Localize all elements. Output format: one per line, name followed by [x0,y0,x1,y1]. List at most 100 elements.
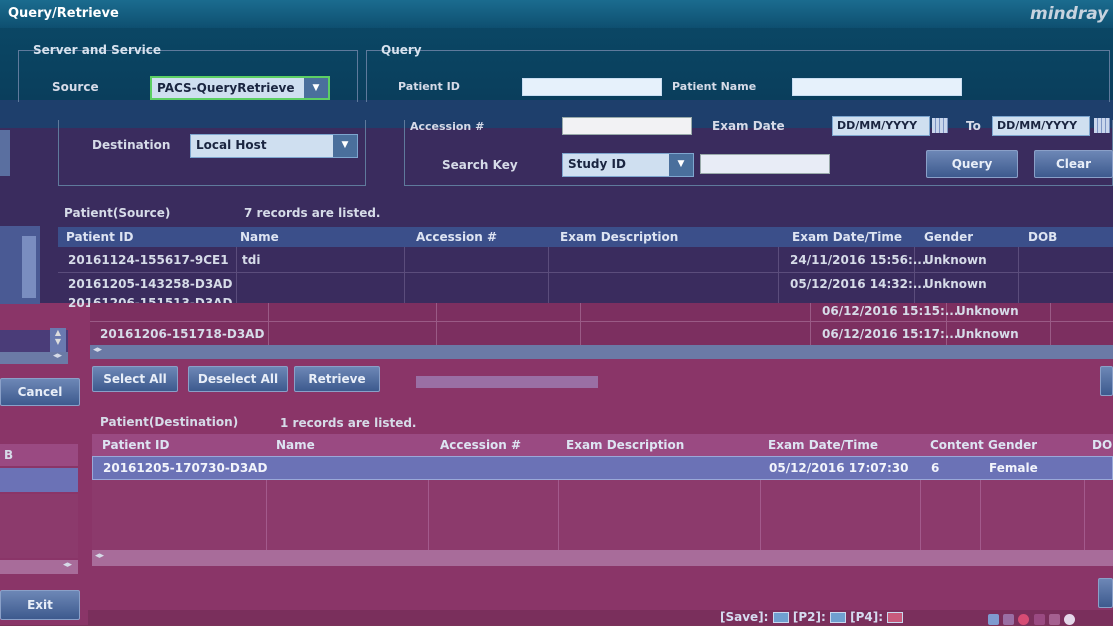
title-bar [0,0,1113,28]
table-row[interactable]: 06/12/2016 15:15:... Unknown [90,303,1113,321]
col-exam-datetime[interactable]: Exam Date/Time [792,230,902,244]
row-exam-datetime: 05/12/2016 17:07:30 [769,461,909,475]
col-exam-description[interactable]: Exam Description [560,230,678,244]
retrieve-button[interactable]: Retrieve [294,366,380,392]
dest-table-title: Patient(Destination) [100,415,239,429]
row-gender: Unknown [924,253,987,267]
patient-name-input[interactable] [792,78,962,96]
row-patient-id: 20161205-143258-D3AD [68,277,233,291]
table-row[interactable]: 20161205-143258-D3AD 05/12/2016 14:32:..… [58,274,1113,294]
alert-icon [1018,614,1030,625]
patient-id-input[interactable] [522,78,662,96]
search-key-label: Search Key [442,158,518,172]
col-content[interactable]: Content [930,438,984,452]
destination-value: Local Host [196,138,267,152]
col-gender[interactable]: Gender [924,230,973,244]
col-accession[interactable]: Accession # [440,438,521,452]
status-bar [88,610,1113,625]
usb-icon [1003,614,1015,625]
scroll-arrows-icon[interactable]: ◂▸ [93,345,102,355]
scroll-arrows-icon[interactable]: ◂▸ [53,351,62,361]
row-name: tdi [242,253,261,267]
row-content: 6 [931,461,940,475]
server-service-legend: Server and Service [33,43,162,57]
row-exam-datetime: 24/11/2016 15:56:... [790,253,927,267]
row-exam-datetime: 06/12/2016 15:17:... [822,327,959,341]
query-button[interactable]: Query [926,150,1018,178]
left-list-header: B [0,444,78,466]
save-shortcut-icon[interactable] [772,612,789,623]
query-legend: Query [381,43,422,57]
table-row-selected[interactable]: 20161205-170730-D3AD 05/12/2016 17:07:30… [92,456,1113,480]
patient-name-label: Patient Name [672,80,757,93]
left-edge-button[interactable] [0,130,10,176]
vertical-scrollbar[interactable]: ▲ ▼ [50,328,66,352]
horizontal-scrollbar[interactable]: ◂▸ [92,550,1113,566]
row-exam-datetime: 06/12/2016 15:15:... [822,304,959,318]
dest-table-count: 1 records are listed. [280,416,417,430]
progress-bar [416,376,598,388]
p2-shortcut-label: [P2]: [792,610,826,624]
save-shortcut-label: [Save]: [720,610,769,624]
row-gender: Unknown [956,327,1019,341]
row-patient-id: 20161206-151718-D3AD [100,327,265,341]
row-patient-id: 20161124-155617-9CE1 [68,253,229,267]
chevron-down-icon: ▼ [669,154,693,176]
clear-button[interactable]: Clear [1034,150,1113,178]
left-horizontal-scrollbar[interactable]: ◂▸ [0,560,78,574]
horizontal-scrollbar[interactable]: ◂▸ [90,345,1113,359]
left-list-body [0,494,78,558]
cancel-button[interactable]: Cancel [0,378,80,406]
search-key-input[interactable] [700,154,830,174]
col-dob[interactable]: DO [1092,438,1112,452]
destination-label: Destination [92,138,171,152]
col-exam-description[interactable]: Exam Description [566,438,684,452]
printer-icon [1033,614,1045,625]
left-list-row[interactable] [0,468,78,492]
search-key-select[interactable]: Study ID ▼ [562,153,694,177]
right-edge-button[interactable] [1098,578,1113,608]
table-row[interactable]: 20161206-151718-D3AD 06/12/2016 15:17:..… [90,324,1113,344]
col-name[interactable]: Name [240,230,279,244]
col-patient-id[interactable]: Patient ID [102,438,169,452]
chevron-down-icon: ▼ [304,78,328,98]
left-list-scroll[interactable] [22,236,36,298]
scroll-arrows-icon[interactable]: ◂▸ [95,551,104,561]
exit-button[interactable]: Exit [0,590,80,620]
select-all-button[interactable]: Select All [92,366,178,392]
chevron-down-icon: ▼ [333,135,357,157]
deselect-all-button[interactable]: Deselect All [188,366,288,392]
dest-table-header: Patient ID Name Accession # Exam Descrip… [92,434,1113,456]
battery-icon [1048,614,1060,625]
query-group: Query [366,43,1110,102]
col-accession[interactable]: Accession # [416,230,497,244]
col-dob[interactable]: DOB [1028,230,1057,244]
col-patient-id[interactable]: Patient ID [66,230,133,244]
left-horizontal-scrollbar[interactable]: ◂▸ [0,351,68,364]
destination-select[interactable]: Local Host ▼ [190,134,358,158]
source-select[interactable]: PACS-QueryRetrieve ▼ [150,76,330,100]
scroll-arrows-icon[interactable]: ◂▸ [63,560,72,570]
col-exam-datetime[interactable]: Exam Date/Time [768,438,878,452]
row-gender: Unknown [924,277,987,291]
status-shortcuts: [Save]: [P2]: [P4]: [720,610,904,624]
row-gender: Female [989,461,1038,475]
network-icon [988,614,999,625]
source-table-count: 7 records are listed. [244,206,381,220]
row-patient-id: 20161205-170730-D3AD [103,461,268,475]
col-gender[interactable]: Gender [988,438,1037,452]
right-edge-button[interactable] [1100,366,1113,396]
source-table-title: Patient(Source) [64,206,171,220]
patient-id-label: Patient ID [398,80,460,93]
source-value: PACS-QueryRetrieve [157,81,295,95]
source-table-header: Patient ID Name Accession # Exam Descrip… [58,227,1113,247]
row-exam-datetime: 05/12/2016 14:32:... [790,277,927,291]
power-icon [1063,614,1075,625]
app-title: Query/Retrieve [8,6,119,21]
table-row[interactable]: 20161124-155617-9CE1 tdi 24/11/2016 15:5… [58,250,1113,270]
p4-shortcut-icon[interactable] [887,612,904,623]
left-col-label: B [4,448,14,462]
p2-shortcut-icon[interactable] [829,612,846,623]
row-gender: Unknown [956,304,1019,318]
col-name[interactable]: Name [276,438,315,452]
